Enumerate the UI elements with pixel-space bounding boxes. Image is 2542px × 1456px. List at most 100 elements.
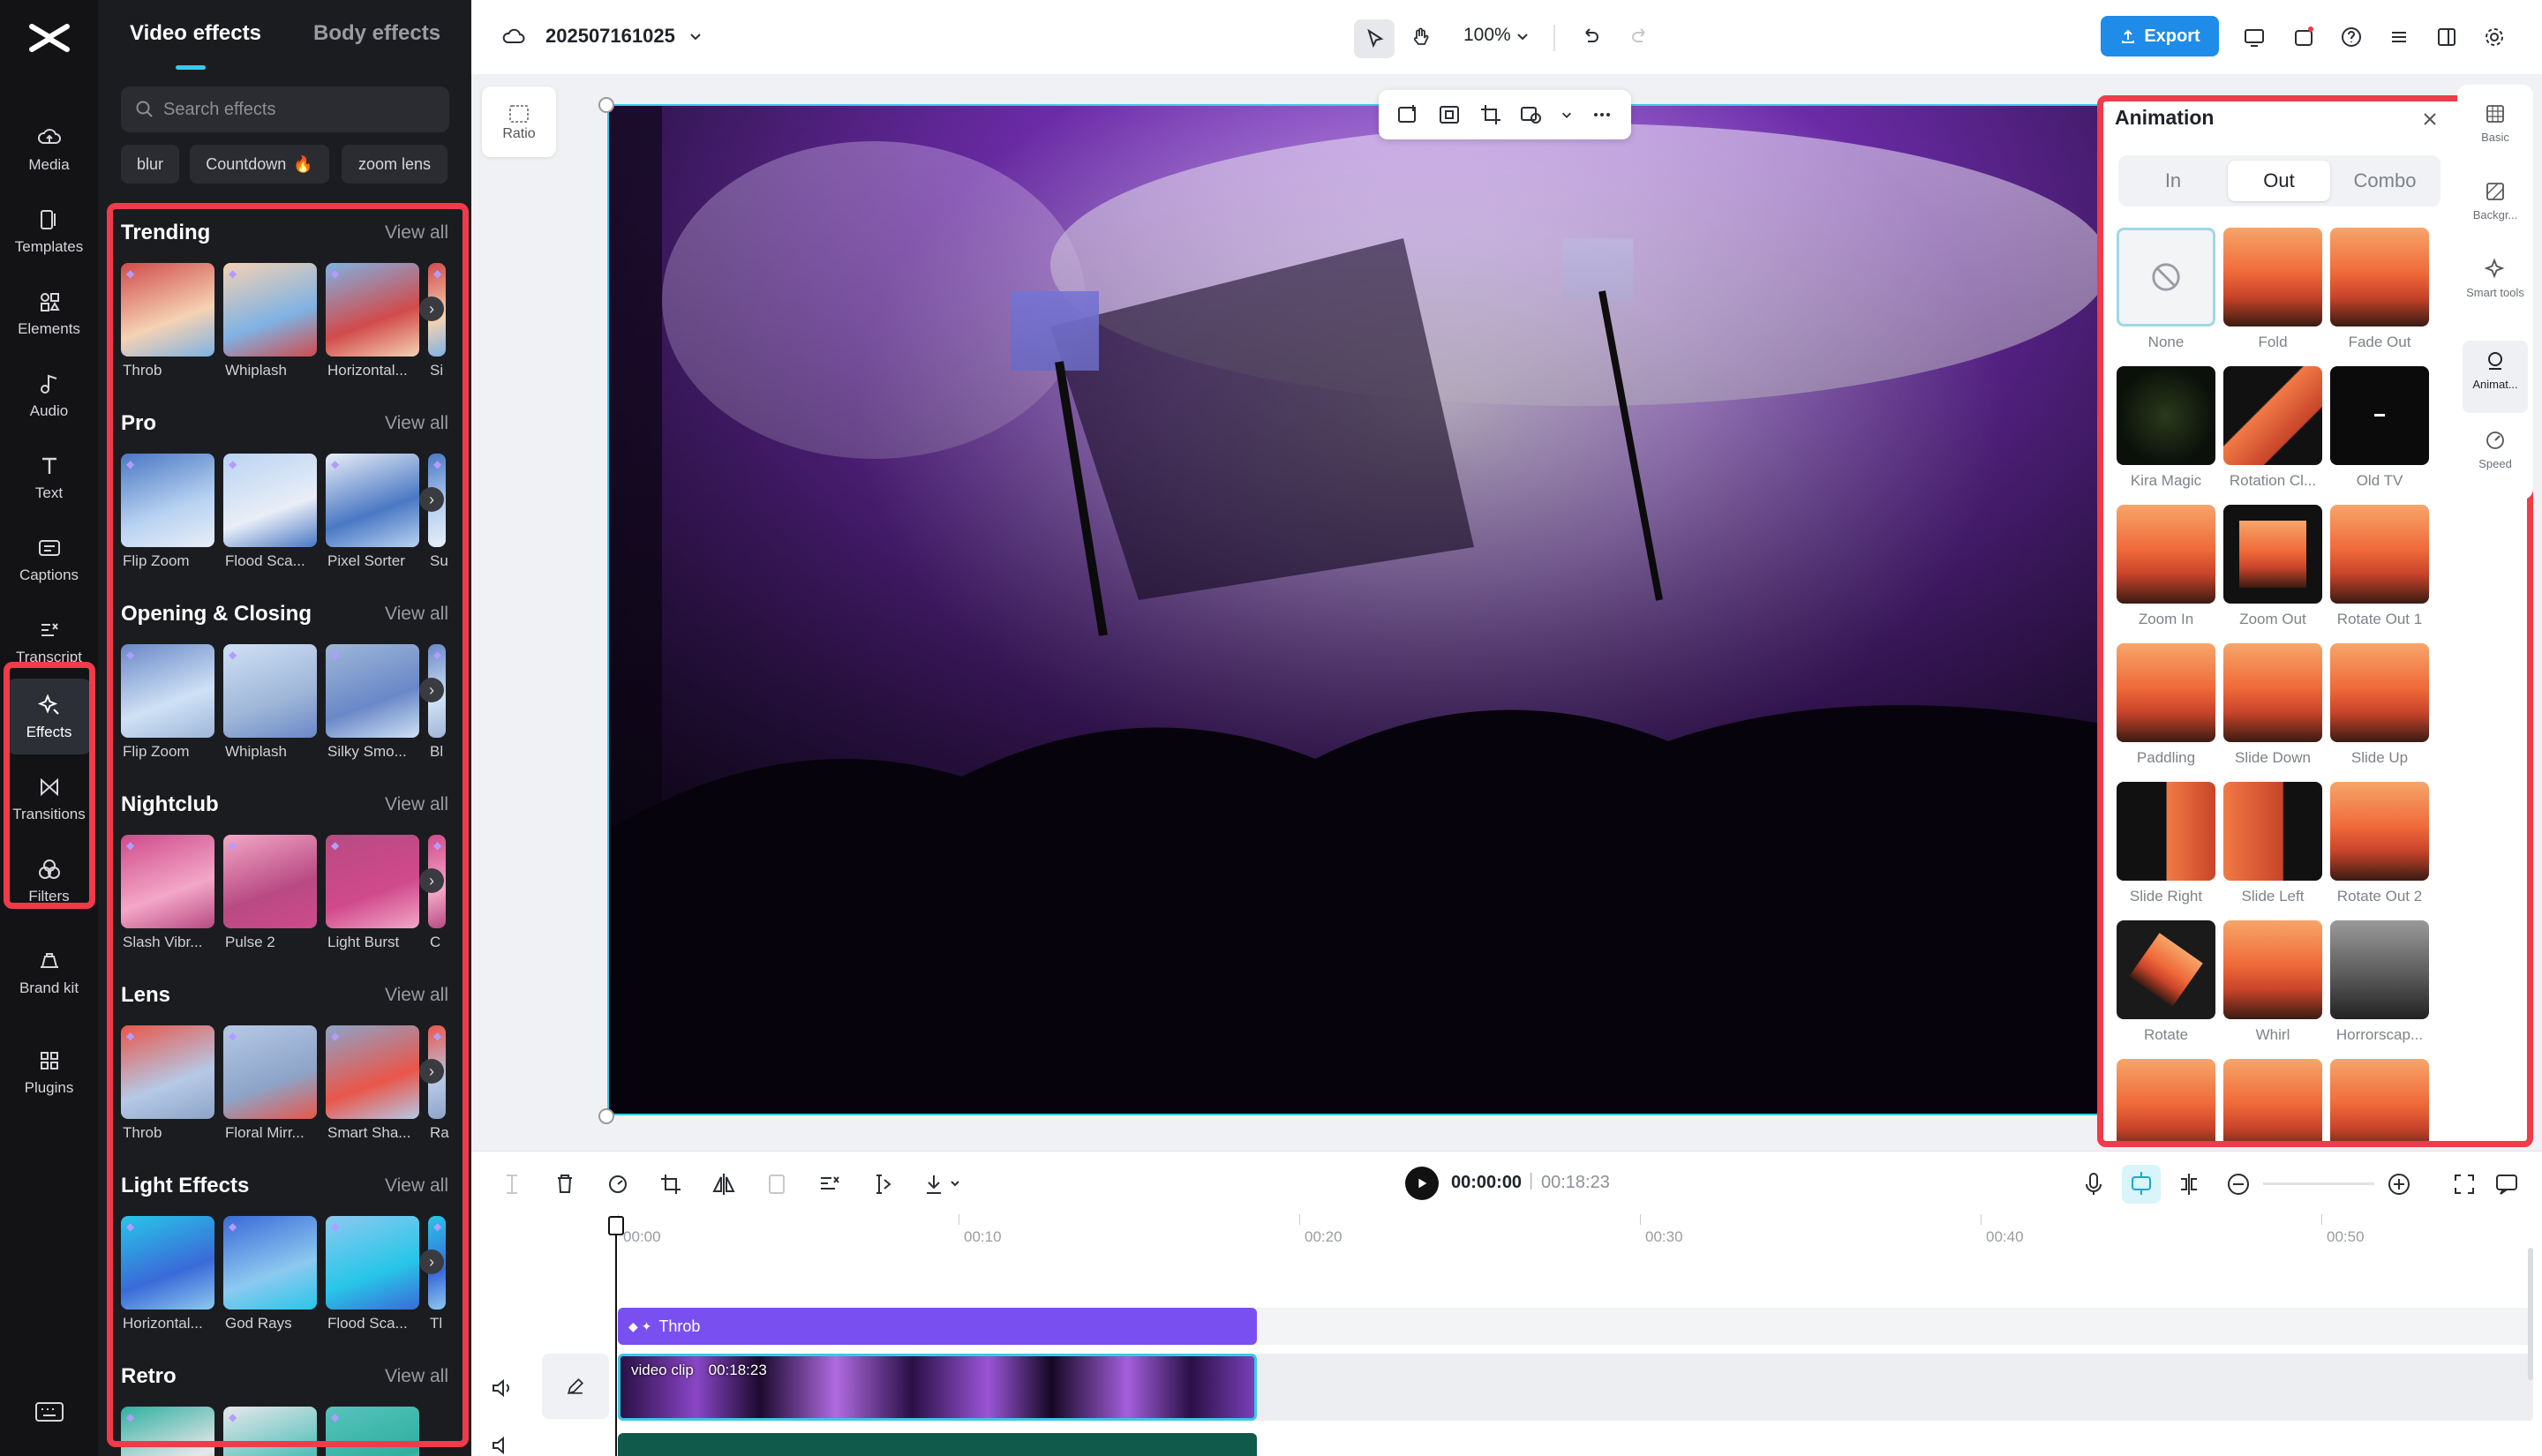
- auto-snap-icon[interactable]: [2122, 1165, 2161, 1204]
- rail-label: Captions: [19, 567, 79, 584]
- audio-volume-icon[interactable]: [489, 1435, 515, 1456]
- chevron-down-icon[interactable]: [678, 19, 713, 55]
- video-clip-label: video clip: [631, 1362, 694, 1378]
- rail-item-media[interactable]: Media: [5, 111, 93, 187]
- zoom-in-icon[interactable]: [2381, 1167, 2417, 1202]
- settings-gear-icon[interactable]: [2477, 19, 2512, 55]
- rail-label: Media: [28, 156, 69, 174]
- playhead-line: [615, 1234, 617, 1456]
- rail-item-brand-kit[interactable]: Brand kit: [5, 928, 93, 1017]
- cover-edit-button[interactable]: [542, 1354, 609, 1419]
- effect-clip-label: Throb: [658, 1317, 700, 1336]
- rrail-background[interactable]: Backgr...: [2457, 180, 2533, 222]
- playhead-handle[interactable]: [608, 1216, 624, 1235]
- help-icon[interactable]: [2334, 19, 2369, 55]
- layout-panel-icon[interactable]: [2429, 19, 2464, 55]
- ruler-tick: [1981, 1214, 1982, 1225]
- comment-icon[interactable]: [2489, 1167, 2524, 1202]
- trim-icon[interactable]: [865, 1167, 900, 1202]
- rail-item-text[interactable]: Text: [5, 439, 93, 515]
- tab-video-effects[interactable]: Video effects: [130, 21, 261, 46]
- transcript-edit-icon[interactable]: [812, 1167, 847, 1202]
- zoom-slider[interactable]: [2263, 1182, 2374, 1185]
- layers-icon[interactable]: [2381, 19, 2417, 55]
- plugins-icon: [36, 1047, 63, 1074]
- rail-label: Text: [35, 484, 63, 502]
- rail-item-templates[interactable]: Templates: [5, 193, 93, 269]
- play-button[interactable]: [1405, 1167, 1439, 1200]
- chip-countdown[interactable]: Countdown 🔥: [190, 145, 329, 184]
- split-icon[interactable]: [494, 1167, 530, 1202]
- transcript-icon: [36, 617, 63, 643]
- ruler-label: 00:00: [623, 1228, 661, 1246]
- speed-gauge-icon: [2484, 429, 2507, 452]
- rrail-label: Speed: [2478, 457, 2512, 470]
- cloud-upload-icon: [36, 124, 63, 151]
- ruler-label: 00:20: [1305, 1228, 1342, 1246]
- freeze-icon[interactable]: [759, 1167, 794, 1202]
- crop-icon[interactable]: [1478, 102, 1503, 127]
- microphone-icon[interactable]: [2076, 1167, 2111, 1202]
- tab-body-effects[interactable]: Body effects: [313, 21, 440, 46]
- pencil-icon: [564, 1375, 587, 1398]
- project-name[interactable]: 202507161025: [545, 25, 675, 48]
- track-volume-icon[interactable]: [489, 1375, 515, 1401]
- background-icon: [2484, 180, 2507, 203]
- fullscreen-icon[interactable]: [2447, 1167, 2482, 1202]
- split-screen-icon[interactable]: [2171, 1167, 2207, 1202]
- zoom-level[interactable]: 100%: [1463, 25, 1511, 46]
- ratio-button[interactable]: Ratio: [482, 86, 556, 157]
- hand-tool-button[interactable]: [1403, 19, 1439, 55]
- select-tool-button[interactable]: [1354, 19, 1395, 58]
- rail-item-plugins[interactable]: Plugins: [5, 1034, 93, 1110]
- top-bar: 202507161025 100% Export: [471, 0, 2542, 74]
- rrail-animation[interactable]: Animat...: [2457, 349, 2533, 392]
- search-placeholder: Search effects: [163, 100, 275, 120]
- vertical-scrollbar[interactable]: [2528, 1248, 2533, 1380]
- ruler-tick: [2321, 1214, 2322, 1225]
- capcut-logo-icon[interactable]: [25, 16, 74, 60]
- download-icon[interactable]: [918, 1167, 967, 1202]
- chip-zoom-lens[interactable]: zoom lens: [342, 145, 447, 184]
- effect-clip-throb[interactable]: ◆ ✦ Throb: [618, 1308, 1257, 1345]
- resize-handle-top-left[interactable]: [598, 97, 614, 113]
- audio-clip[interactable]: [618, 1433, 1257, 1456]
- rail-item-captions[interactable]: Captions: [5, 522, 93, 597]
- notifications-icon[interactable]: [2286, 19, 2321, 55]
- rrail-basic[interactable]: Basic: [2457, 102, 2533, 145]
- rail-item-audio[interactable]: Audio: [5, 357, 93, 433]
- resize-handle-bottom-left[interactable]: [598, 1108, 614, 1124]
- export-button[interactable]: Export: [2101, 16, 2219, 56]
- more-options-icon[interactable]: [1590, 102, 1614, 127]
- ruler-label: 00:50: [2327, 1228, 2365, 1246]
- keyboard-shortcuts-icon[interactable]: [34, 1400, 65, 1424]
- crop-icon[interactable]: [653, 1167, 688, 1202]
- mask-icon[interactable]: [1519, 102, 1544, 127]
- chevron-down-icon[interactable]: [1561, 102, 1573, 127]
- export-label: Export: [2144, 26, 2200, 47]
- fit-frame-icon[interactable]: [1437, 102, 1462, 127]
- effects-panel: Video effects Body effects Search effect…: [98, 0, 471, 1456]
- redo-icon[interactable]: [1622, 19, 1658, 55]
- rrail-smart-tools[interactable]: Smart tools: [2457, 258, 2533, 300]
- concert-scene-image: [609, 106, 2099, 1115]
- delete-icon[interactable]: [547, 1167, 583, 1202]
- replace-image-icon[interactable]: [1395, 102, 1420, 127]
- sparkle-icon: [2484, 258, 2507, 281]
- zoom-out-icon[interactable]: [2221, 1167, 2256, 1202]
- mirror-icon[interactable]: [706, 1167, 741, 1202]
- screen-share-icon[interactable]: [2237, 19, 2272, 55]
- total-time: 00:18:23: [1541, 1173, 1610, 1193]
- video-clip[interactable]: video clip 00:18:23: [618, 1354, 1257, 1421]
- chip-label: Countdown: [206, 155, 286, 174]
- chip-blur[interactable]: blur: [121, 145, 179, 184]
- undo-icon[interactable]: [1573, 19, 1608, 55]
- video-preview[interactable]: [607, 104, 2099, 1115]
- zoom-chevron-icon[interactable]: [1509, 19, 1536, 55]
- cloud-save-icon[interactable]: [496, 19, 531, 55]
- highlight-box-rail: [4, 662, 95, 909]
- speed-icon[interactable]: [600, 1167, 636, 1202]
- rrail-speed[interactable]: Speed: [2457, 429, 2533, 471]
- search-input[interactable]: Search effects: [121, 86, 449, 132]
- rail-item-elements[interactable]: Elements: [5, 275, 93, 351]
